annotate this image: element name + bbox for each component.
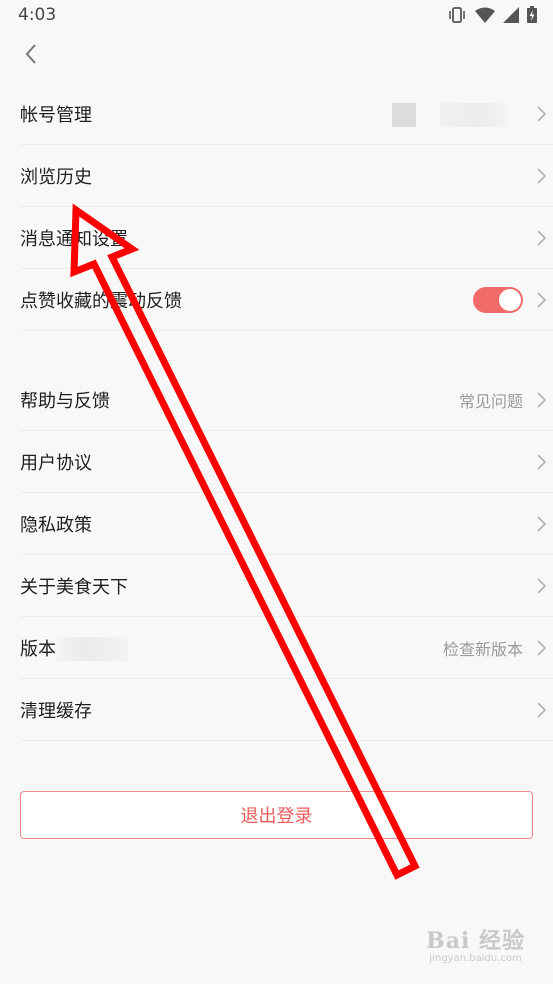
status-icons (447, 6, 537, 23)
toggle-knob (499, 288, 521, 311)
row-about[interactable]: 关于美食天下 (20, 555, 553, 617)
watermark-sub: jingyan.baidu.com (429, 953, 522, 964)
row-user-agreement[interactable]: 用户协议 (20, 431, 553, 493)
settings-group-about: 帮助与反馈 常见问题 用户协议 隐私政策 关于美食天下 版本 检查新版本 清理缓… (0, 369, 553, 741)
watermark-logo: Bai 经验 jingyan.baidu.com (426, 923, 525, 964)
chevron-right-icon (535, 291, 547, 309)
row-label: 点赞收藏的震动反馈 (20, 290, 182, 312)
row-label: 帐号管理 (20, 104, 92, 126)
row-account-management[interactable]: 帐号管理 (20, 83, 553, 145)
row-label: 清理缓存 (20, 700, 92, 722)
chevron-right-icon (535, 701, 547, 719)
settings-group-account: 帐号管理 浏览历史 消息通知设置 点赞收藏的震动反馈 (0, 83, 553, 331)
status-bar: 4:03 (0, 0, 553, 30)
row-label: 用户协议 (20, 452, 92, 474)
status-time: 4:03 (18, 5, 57, 25)
vibration-toggle[interactable] (473, 286, 523, 313)
chevron-right-icon (535, 105, 547, 123)
row-label: 关于美食天下 (20, 576, 128, 598)
row-label: 隐私政策 (20, 514, 92, 536)
back-button[interactable] (18, 43, 44, 69)
row-label: 帮助与反馈 (20, 390, 110, 412)
chevron-right-icon (535, 391, 547, 409)
row-clear-cache[interactable]: 清理缓存 (20, 679, 553, 741)
row-label: 浏览历史 (20, 166, 92, 188)
row-like-vibration-feedback[interactable]: 点赞收藏的震动反馈 (20, 269, 553, 331)
redacted-version-number (56, 637, 128, 661)
signal-icon (503, 6, 519, 23)
row-privacy-policy[interactable]: 隐私政策 (20, 493, 553, 555)
chevron-right-icon (535, 639, 547, 657)
row-value: 检查新版本 (442, 639, 523, 659)
row-label: 版本 (20, 638, 56, 660)
chevron-right-icon (535, 453, 547, 471)
chevron-right-icon (535, 229, 547, 247)
row-browse-history[interactable]: 浏览历史 (20, 145, 553, 207)
redacted-avatar (392, 103, 416, 127)
row-notification-settings[interactable]: 消息通知设置 (20, 207, 553, 269)
logout-button[interactable]: 退出登录 (20, 791, 533, 839)
row-value: 常见问题 (458, 391, 523, 411)
redacted-username (440, 103, 508, 127)
chevron-right-icon (535, 515, 547, 533)
nav-bar (0, 30, 553, 82)
chevron-right-icon (535, 577, 547, 595)
watermark-main: Bai 经验 (426, 928, 525, 954)
battery-charging-icon (527, 6, 537, 23)
row-version[interactable]: 版本 检查新版本 (20, 617, 553, 679)
vibrate-icon (447, 6, 467, 23)
wifi-icon (475, 7, 495, 23)
row-help-feedback[interactable]: 帮助与反馈 常见问题 (20, 369, 553, 431)
chevron-left-icon (24, 43, 38, 69)
row-label: 消息通知设置 (20, 228, 128, 250)
chevron-right-icon (535, 167, 547, 185)
